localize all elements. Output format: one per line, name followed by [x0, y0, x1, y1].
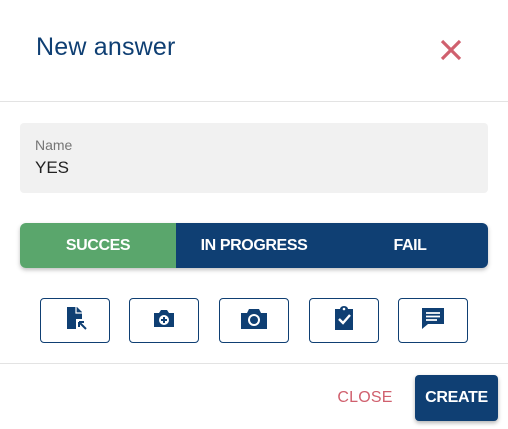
name-field-value[interactable]: YES: [35, 158, 69, 178]
file-attach-icon: [62, 305, 88, 336]
add-photo-button[interactable]: [129, 298, 199, 343]
camera-button[interactable]: [219, 298, 289, 343]
attachment-toolbar: [40, 298, 468, 343]
create-button[interactable]: CREATE: [415, 375, 498, 421]
checklist-icon: [331, 304, 357, 337]
close-x-icon[interactable]: [437, 36, 465, 64]
status-success-button[interactable]: SUCCES: [20, 223, 176, 268]
comment-button[interactable]: [398, 298, 468, 343]
add-photo-icon: [151, 305, 177, 336]
status-fail-button[interactable]: FAIL: [332, 223, 488, 268]
name-field[interactable]: Name YES: [20, 123, 488, 193]
checklist-button[interactable]: [309, 298, 379, 343]
dialog-header: New answer: [0, 0, 508, 102]
camera-icon: [239, 305, 269, 336]
dialog-footer: CLOSE CREATE: [0, 363, 508, 429]
status-selector: SUCCES IN PROGRESS FAIL: [20, 223, 488, 268]
close-button[interactable]: CLOSE: [326, 378, 404, 418]
file-attach-button[interactable]: [40, 298, 110, 343]
dialog-title: New answer: [36, 33, 176, 61]
status-in-progress-button[interactable]: IN PROGRESS: [176, 223, 332, 268]
comment-icon: [419, 305, 447, 336]
new-answer-dialog: New answer Name YES SUCCES IN PROGRESS F…: [0, 0, 508, 429]
name-field-label: Name: [35, 137, 73, 153]
